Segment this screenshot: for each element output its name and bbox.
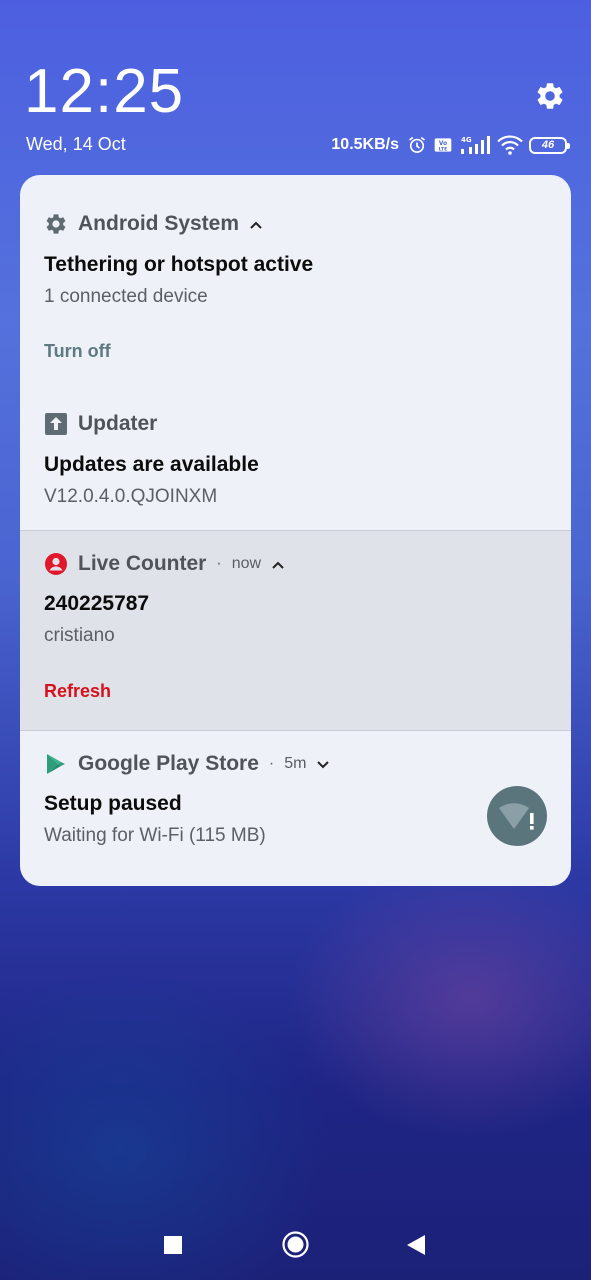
wifi-alert-icon xyxy=(487,786,547,846)
back-button[interactable] xyxy=(406,1234,426,1261)
notification-title: Updates are available xyxy=(44,453,259,476)
notification-text: 1 connected device xyxy=(44,286,208,307)
notification-title: Tethering or hotspot active xyxy=(44,253,314,276)
app-name: Updater xyxy=(78,412,158,435)
app-name: Android System xyxy=(78,212,240,235)
alarm-icon xyxy=(407,135,427,155)
upload-arrow-icon xyxy=(44,412,68,436)
chevron-up-icon[interactable] xyxy=(249,212,263,236)
notification-header: Live Counter · now xyxy=(44,552,285,576)
app-name: Google Play Store xyxy=(78,752,259,775)
app-name: Live Counter xyxy=(78,552,207,575)
notification-updater[interactable]: Updater Updates are available V12.0.4.0.… xyxy=(20,385,571,530)
notification-text: Waiting for Wi-Fi (115 MB) xyxy=(44,825,266,846)
battery-icon: 46 xyxy=(529,136,570,154)
notification-panel: Android System Tethering or hotspot acti… xyxy=(20,175,571,886)
account-icon xyxy=(44,552,68,576)
settings-gear-icon[interactable] xyxy=(534,80,566,112)
notification-header: Updater xyxy=(44,412,157,436)
volte-icon: Vo LTE xyxy=(433,135,453,155)
notification-time: 5m xyxy=(284,755,307,772)
notification-title: Setup paused xyxy=(44,792,182,815)
chevron-up-icon[interactable] xyxy=(271,552,285,576)
notification-play-store[interactable]: Google Play Store · 5m Setup paused Wait… xyxy=(20,731,571,886)
chevron-down-icon[interactable] xyxy=(316,752,330,776)
notification-android-system[interactable]: Android System Tethering or hotspot acti… xyxy=(20,175,571,385)
notification-time: now xyxy=(231,555,262,572)
notification-header: Android System xyxy=(44,212,263,236)
battery-level: 46 xyxy=(541,139,555,151)
home-button[interactable] xyxy=(282,1231,309,1263)
clock: 12:25 xyxy=(24,57,185,126)
svg-text:LTE: LTE xyxy=(439,146,447,152)
network-speed: 10.5KB/s xyxy=(331,136,399,153)
refresh-button[interactable]: Refresh xyxy=(44,681,111,702)
recents-button[interactable] xyxy=(164,1236,182,1259)
navigation-bar xyxy=(0,1210,591,1280)
svg-text:4G: 4G xyxy=(461,136,472,144)
notification-text: cristiano xyxy=(44,625,115,646)
date: Wed, 14 Oct xyxy=(26,134,126,154)
play-store-icon xyxy=(44,752,68,776)
notification-title: 240225787 xyxy=(44,592,150,615)
svg-text:Vo: Vo xyxy=(439,141,447,147)
4g-signal-icon: 4G xyxy=(459,135,491,155)
gear-icon xyxy=(44,212,68,236)
notification-header: Google Play Store · 5m xyxy=(44,752,330,776)
notification-text: V12.0.4.0.QJOINXM xyxy=(44,486,218,507)
wifi-icon xyxy=(497,135,523,155)
turn-off-button[interactable]: Turn off xyxy=(44,341,111,362)
status-bar: 10.5KB/s Vo LTE 4G 46 xyxy=(331,133,570,157)
notification-live-counter[interactable]: Live Counter · now 240225787 cristiano R… xyxy=(20,530,571,731)
